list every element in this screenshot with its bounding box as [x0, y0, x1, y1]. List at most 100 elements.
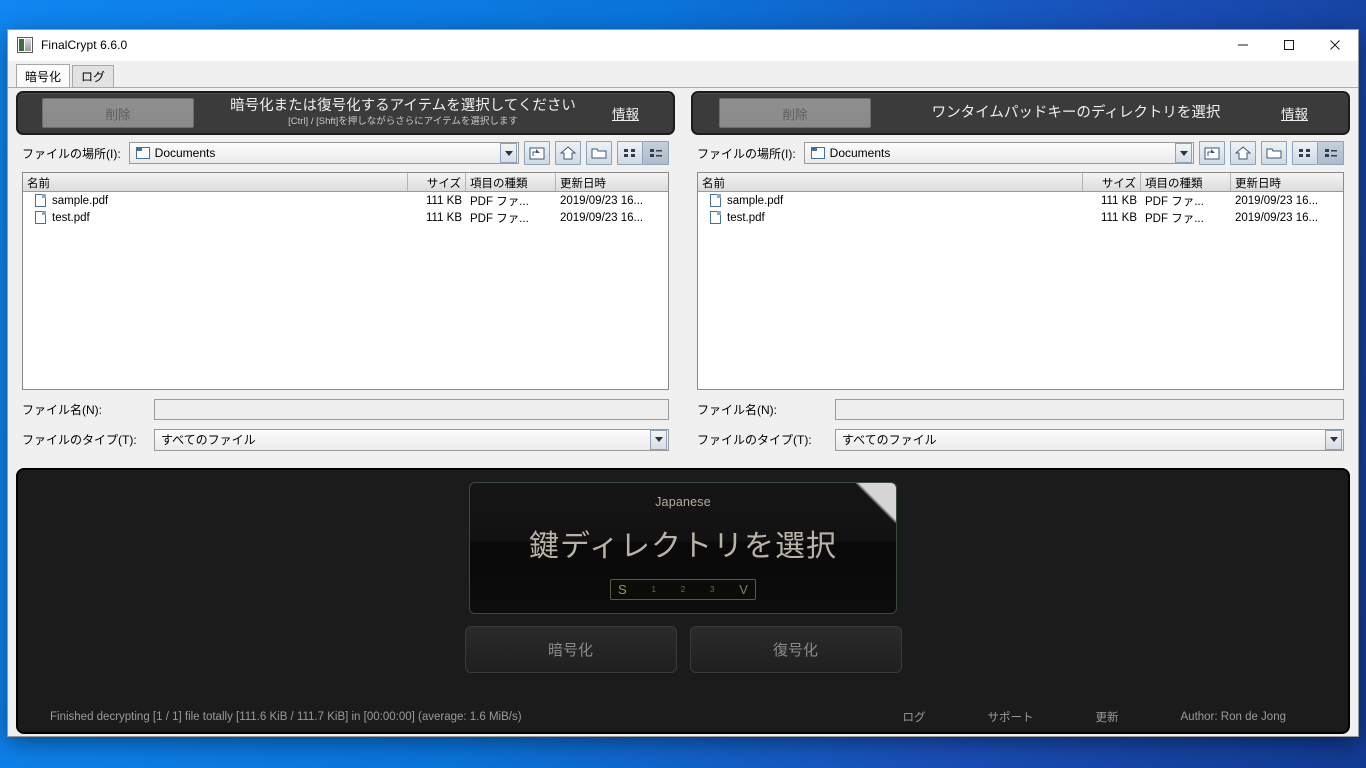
new-folder-icon[interactable]	[1261, 141, 1287, 165]
language-name: Japanese	[655, 495, 711, 509]
maximize-button[interactable]	[1266, 30, 1312, 61]
list-view-icon[interactable]	[1292, 141, 1318, 165]
up-one-level-icon[interactable]	[524, 141, 550, 165]
right-filetype-combo[interactable]: すべてのファイル	[835, 428, 1344, 451]
column-name[interactable]: 名前	[698, 173, 1083, 191]
folder-icon	[135, 147, 150, 159]
right-filetype-row: ファイルのタイプ(T): すべてのファイル	[697, 428, 1344, 451]
right-lookin-value: Documents	[829, 146, 891, 160]
status-link-update[interactable]: 更新	[1096, 709, 1119, 725]
progress-meter: S 1 2 3 V	[610, 579, 756, 600]
column-type[interactable]: 項目の種類	[1141, 173, 1231, 191]
left-header-subtitle: [Ctrl] / [Shft]を押しながらさらにアイテムを選択します	[288, 116, 518, 127]
left-lookin-value: Documents	[154, 146, 216, 160]
action-buttons: 暗号化 復号化	[464, 626, 902, 673]
encrypt-button[interactable]: 暗号化	[464, 626, 677, 673]
left-filename-input[interactable]	[154, 399, 669, 420]
home-folder-icon[interactable]	[555, 141, 581, 165]
left-lookin-combo[interactable]: Documents	[128, 142, 519, 164]
tab-log[interactable]: ログ	[72, 65, 115, 87]
right-filename-row: ファイル名(N):	[697, 398, 1344, 421]
tab-encrypt-label: 暗号化	[25, 69, 62, 84]
left-filetype-combo[interactable]: すべてのファイル	[154, 428, 669, 451]
right-file-list-header: 名前 サイズ 項目の種類 更新日時	[698, 173, 1343, 192]
right-filename-label: ファイル名(N):	[697, 403, 777, 417]
column-name[interactable]: 名前	[23, 173, 408, 191]
tab-encrypt[interactable]: 暗号化	[16, 64, 71, 87]
right-lookin-combo[interactable]: Documents	[803, 142, 1194, 164]
file-size: 111 KB	[1100, 211, 1137, 224]
file-name: test.pdf	[727, 211, 765, 224]
table-row[interactable]: test.pdf 111 KB PDF ファ... 2019/09/23 16.…	[23, 209, 668, 226]
left-header-title: 暗号化または復号化するアイテムを選択してください	[230, 98, 576, 114]
status-link-support[interactable]: サポート	[988, 709, 1034, 725]
decrypt-button[interactable]: 復号化	[689, 626, 902, 673]
details-view-icon[interactable]	[1318, 141, 1344, 165]
list-view-icon[interactable]	[617, 141, 643, 165]
left-file-list[interactable]: 名前 サイズ 項目の種類 更新日時 sample.pdf 111 KB PDF …	[22, 172, 669, 390]
left-chooser-fields: ファイル名(N): ファイルのタイプ(T): すべてのファイル	[14, 390, 677, 464]
folder-icon	[810, 147, 825, 159]
window-title: FinalCrypt 6.6.0	[41, 38, 128, 52]
right-header-text: ワンタイムパッドキーのディレクトリを選択	[871, 105, 1281, 122]
table-row[interactable]: test.pdf 111 KB PDF ファ... 2019/09/23 16.…	[698, 209, 1343, 226]
left-header-text: 暗号化または復号化するアイテムを選択してください [Ctrl] / [Shft]…	[194, 98, 612, 128]
chevron-down-icon[interactable]	[500, 143, 517, 163]
pdf-file-icon	[710, 211, 721, 224]
column-date[interactable]: 更新日時	[556, 173, 668, 191]
column-size[interactable]: サイズ	[1083, 173, 1141, 191]
tab-strip: 暗号化 ログ	[8, 61, 1358, 88]
status-link-log[interactable]: ログ	[903, 709, 926, 725]
left-file-list-header: 名前 サイズ 項目の種類 更新日時	[23, 173, 668, 192]
meter-end-label: V	[739, 582, 748, 597]
new-folder-icon[interactable]	[586, 141, 612, 165]
left-pane: 削除 暗号化または復号化するアイテムを選択してください [Ctrl] / [Sh…	[8, 88, 683, 464]
close-button[interactable]	[1312, 30, 1358, 61]
tab-log-label: ログ	[81, 70, 106, 84]
chevron-down-icon[interactable]	[1325, 429, 1342, 450]
minimize-button[interactable]	[1220, 30, 1266, 61]
pdf-file-icon	[35, 211, 46, 224]
right-lookin-row: ファイルの場所(I): Documents	[697, 141, 1344, 165]
left-filetype-label: ファイルのタイプ(T):	[22, 433, 137, 447]
left-info-link[interactable]: 情報	[612, 103, 639, 123]
up-one-level-icon[interactable]	[1199, 141, 1225, 165]
column-date[interactable]: 更新日時	[1231, 173, 1343, 191]
left-lookin-label: ファイルの場所(I):	[22, 146, 121, 161]
right-filename-input[interactable]	[835, 399, 1344, 420]
left-filetype-value: すべてのファイル	[161, 433, 256, 447]
home-folder-icon[interactable]	[1230, 141, 1256, 165]
right-chooser-fields: ファイル名(N): ファイルのタイプ(T): すべてのファイル	[689, 390, 1352, 464]
right-pane-header: 削除 ワンタイムパッドキーのディレクトリを選択 情報	[691, 91, 1350, 135]
right-filetype-label: ファイルのタイプ(T):	[697, 433, 812, 447]
language-panel[interactable]: Japanese 鍵ディレクトリを選択 S 1 2 3 V	[469, 482, 897, 614]
file-type: PDF ファ...	[1145, 212, 1204, 225]
left-filename-label: ファイル名(N):	[22, 403, 102, 417]
table-row[interactable]: sample.pdf 111 KB PDF ファ... 2019/09/23 1…	[698, 192, 1343, 209]
left-delete-button[interactable]: 削除	[42, 98, 194, 128]
column-size[interactable]: サイズ	[408, 173, 466, 191]
right-filetype-value: すべてのファイル	[842, 433, 937, 447]
table-row[interactable]: sample.pdf 111 KB PDF ファ... 2019/09/23 1…	[23, 192, 668, 209]
chevron-down-icon[interactable]	[650, 429, 667, 450]
right-pane: 削除 ワンタイムパッドキーのディレクトリを選択 情報 ファイルの場所(I): D…	[683, 88, 1358, 464]
left-filename-row: ファイル名(N):	[22, 398, 669, 421]
application-window: FinalCrypt 6.6.0 暗号化 ログ 削除 暗号化または復号化するアイ…	[8, 30, 1358, 736]
right-file-list[interactable]: 名前 サイズ 項目の種類 更新日時 sample.pdf 111 KB PDF …	[697, 172, 1344, 390]
left-pane-header: 削除 暗号化または復号化するアイテムを選択してください [Ctrl] / [Sh…	[16, 91, 675, 135]
right-header-title: ワンタイムパッドキーのディレクトリを選択	[931, 104, 1221, 121]
file-size: 111 KB	[1100, 194, 1137, 207]
decrypt-button-label: 復号化	[772, 642, 818, 659]
file-name: sample.pdf	[52, 194, 109, 207]
status-links: ログ サポート 更新 Author: Ron de Jong	[903, 709, 1349, 725]
left-filetype-row: ファイルのタイプ(T): すべてのファイル	[22, 428, 669, 451]
right-info-link[interactable]: 情報	[1281, 103, 1308, 123]
right-delete-button[interactable]: 削除	[719, 98, 871, 128]
center-panel-title: 鍵ディレクトリを選択	[529, 529, 837, 564]
file-type: PDF ファ...	[470, 195, 529, 208]
status-bar: Finished decrypting [1 / 1] file totally…	[18, 702, 1348, 732]
chevron-down-icon[interactable]	[1175, 143, 1192, 163]
column-type[interactable]: 項目の種類	[466, 173, 556, 191]
window-controls	[1220, 30, 1358, 61]
details-view-icon[interactable]	[643, 141, 669, 165]
